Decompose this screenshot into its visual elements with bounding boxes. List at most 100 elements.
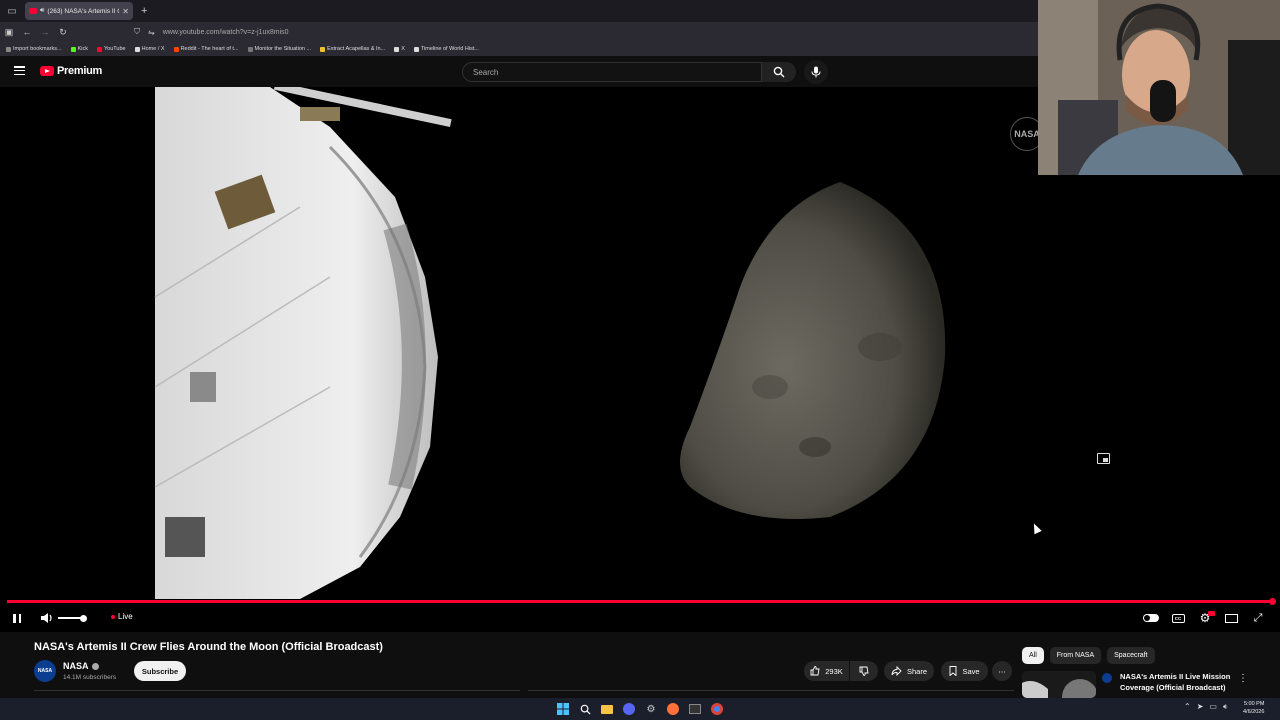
- clock-date: 4/6/2026: [1243, 709, 1265, 715]
- theater-mode-button[interactable]: [1223, 606, 1239, 630]
- bookmark-label: Monitor the Situation ...: [254, 46, 312, 52]
- bookmark-item[interactable]: Reddit - The heart of t...: [173, 46, 239, 52]
- menu-icon[interactable]: [14, 66, 25, 75]
- back-icon[interactable]: ←: [18, 27, 36, 37]
- sidebar-toggle-icon[interactable]: ▣: [0, 27, 18, 38]
- channel-avatar[interactable]: NASA: [34, 660, 56, 682]
- related-video-thumbnail[interactable]: [1022, 671, 1096, 698]
- microphone-icon: [811, 66, 821, 78]
- save-label: Save: [962, 666, 980, 676]
- screen: ▭ 🔊︎ (263) NASA's Artemis II Cre ✕ + ▣ ←…: [0, 0, 1280, 720]
- system-tray: ⌃ ➤ ▭ 🔉︎: [1184, 702, 1228, 712]
- bookmark-item[interactable]: YouTube: [97, 46, 126, 52]
- settings-button[interactable]: ⚙: [1196, 606, 1214, 630]
- like-button[interactable]: 293K: [804, 661, 849, 681]
- webcam-overlay: [1038, 0, 1280, 175]
- volume-button[interactable]: [38, 606, 56, 630]
- webcam-feed-image: [1038, 0, 1280, 175]
- video-info-area: NASA's Artemis II Crew Flies Around the …: [0, 632, 1280, 698]
- youtube-premium-logo[interactable]: Premium: [40, 65, 102, 77]
- channel-name-row[interactable]: NASA: [63, 661, 99, 671]
- filter-chip[interactable]: All: [1022, 647, 1044, 664]
- bookmark-favicon-icon: [320, 46, 326, 52]
- related-more-icon[interactable]: ⋮: [1238, 673, 1248, 684]
- related-video-title[interactable]: NASA's Artemis II Live Mission Coverage …: [1120, 672, 1240, 693]
- bookmarks-bar: Import bookmarks... Kick YouTube Home / X Re…: [0, 42, 1040, 56]
- related-filter-chips: All From NASA Spacecraft: [1022, 647, 1155, 664]
- clock-time: 5:00 PM: [1243, 701, 1265, 707]
- clock[interactable]: 5:00 PM 4/6/2026: [1243, 700, 1264, 716]
- tab-list-icon[interactable]: ▭: [3, 2, 21, 20]
- bookmark-label: Reddit - The heart of t...: [180, 46, 239, 52]
- file-explorer-icon[interactable]: [599, 701, 615, 717]
- save-button[interactable]: Save: [941, 661, 988, 681]
- bookmark-favicon-icon: [247, 46, 253, 52]
- volume-tray-icon[interactable]: 🔉︎: [1223, 702, 1228, 712]
- terminal-icon[interactable]: [687, 701, 703, 717]
- bookmark-item[interactable]: Home / X: [134, 46, 165, 52]
- discord-icon[interactable]: [621, 701, 637, 717]
- video-title: NASA's Artemis II Crew Flies Around the …: [34, 641, 383, 653]
- speaker-icon[interactable]: 🔊︎: [40, 7, 44, 15]
- pause-button[interactable]: [10, 606, 24, 630]
- bookmark-item[interactable]: Kick: [70, 46, 88, 52]
- url-field[interactable]: ⛉ ⇋ www.youtube.com/watch?v=z-j1ux8mis0: [134, 27, 289, 37]
- progress-bar[interactable]: [7, 598, 1276, 605]
- bookmark-label: Kick: [77, 46, 88, 52]
- close-tab-icon[interactable]: ✕: [122, 7, 129, 16]
- settings-app-icon[interactable]: ⚙: [643, 701, 659, 717]
- search-icon[interactable]: [577, 701, 593, 717]
- volume-slider[interactable]: [58, 614, 87, 622]
- chevron-up-icon[interactable]: ⌃: [1184, 702, 1191, 712]
- search-input[interactable]: Search: [462, 62, 762, 82]
- firefox-icon[interactable]: [665, 701, 681, 717]
- volume-knob[interactable]: [80, 614, 87, 622]
- autoplay-toggle[interactable]: [1142, 606, 1160, 630]
- bookmark-label: Home / X: [141, 46, 165, 52]
- bookmark-item[interactable]: Timeline of World Hist...: [413, 46, 479, 52]
- voice-search-button[interactable]: [804, 60, 828, 84]
- captions-button[interactable]: CC: [1170, 606, 1186, 630]
- fullscreen-icon: ⤢: [1253, 611, 1263, 624]
- bookmark-favicon-icon: [6, 46, 11, 52]
- youtube-favicon-icon: [29, 8, 37, 14]
- share-button[interactable]: Share: [884, 661, 934, 681]
- bookmark-item[interactable]: Monitor the Situation ...: [247, 46, 312, 52]
- bookmark-item[interactable]: Import bookmarks...: [6, 46, 62, 52]
- permissions-icon[interactable]: ⇋: [148, 28, 155, 37]
- new-tab-button[interactable]: +: [141, 5, 147, 17]
- channel-name[interactable]: NASA: [63, 661, 89, 671]
- share-label: Share: [906, 666, 927, 676]
- volume-icon: [41, 613, 52, 623]
- miniplayer-icon[interactable]: [1097, 453, 1110, 464]
- chrome-icon[interactable]: [709, 701, 725, 717]
- thumbs-up-icon: [810, 666, 820, 676]
- network-icon[interactable]: ▭: [1209, 702, 1217, 712]
- bookmark-favicon-icon: [394, 46, 400, 52]
- forward-icon[interactable]: →: [36, 27, 54, 37]
- bookmark-label: Extract Acapellas & In...: [327, 46, 386, 52]
- bookmark-label: Timeline of World Hist...: [420, 46, 479, 52]
- dislike-button[interactable]: [850, 661, 878, 681]
- reload-icon[interactable]: ↻: [54, 27, 72, 38]
- bookmark-item[interactable]: Extract Acapellas & In...: [320, 46, 385, 52]
- progress-knob[interactable]: [1269, 598, 1276, 605]
- youtube-play-icon: [40, 66, 54, 76]
- divider: [528, 690, 1014, 698]
- bookmark-label: X: [401, 46, 405, 52]
- fullscreen-button[interactable]: ⤢: [1250, 606, 1266, 630]
- related-channel-avatar[interactable]: [1102, 673, 1112, 683]
- thumbs-down-icon: [859, 666, 869, 676]
- bookmark-item[interactable]: X: [394, 46, 405, 52]
- search-button[interactable]: [762, 62, 796, 82]
- bookmark-favicon-icon: [173, 46, 179, 52]
- filter-chip[interactable]: From NASA: [1049, 647, 1102, 664]
- bookmark-label: YouTube: [104, 46, 126, 52]
- browser-tab-active[interactable]: 🔊︎ (263) NASA's Artemis II Cre ✕: [25, 2, 133, 20]
- subscribe-button[interactable]: Subscribe: [134, 661, 186, 681]
- filter-chip[interactable]: Spacecraft: [1107, 647, 1155, 664]
- location-icon[interactable]: ➤: [1197, 702, 1204, 712]
- start-icon[interactable]: [555, 701, 571, 717]
- live-badge[interactable]: Live: [111, 612, 133, 621]
- more-actions-button[interactable]: ⋯: [992, 661, 1012, 681]
